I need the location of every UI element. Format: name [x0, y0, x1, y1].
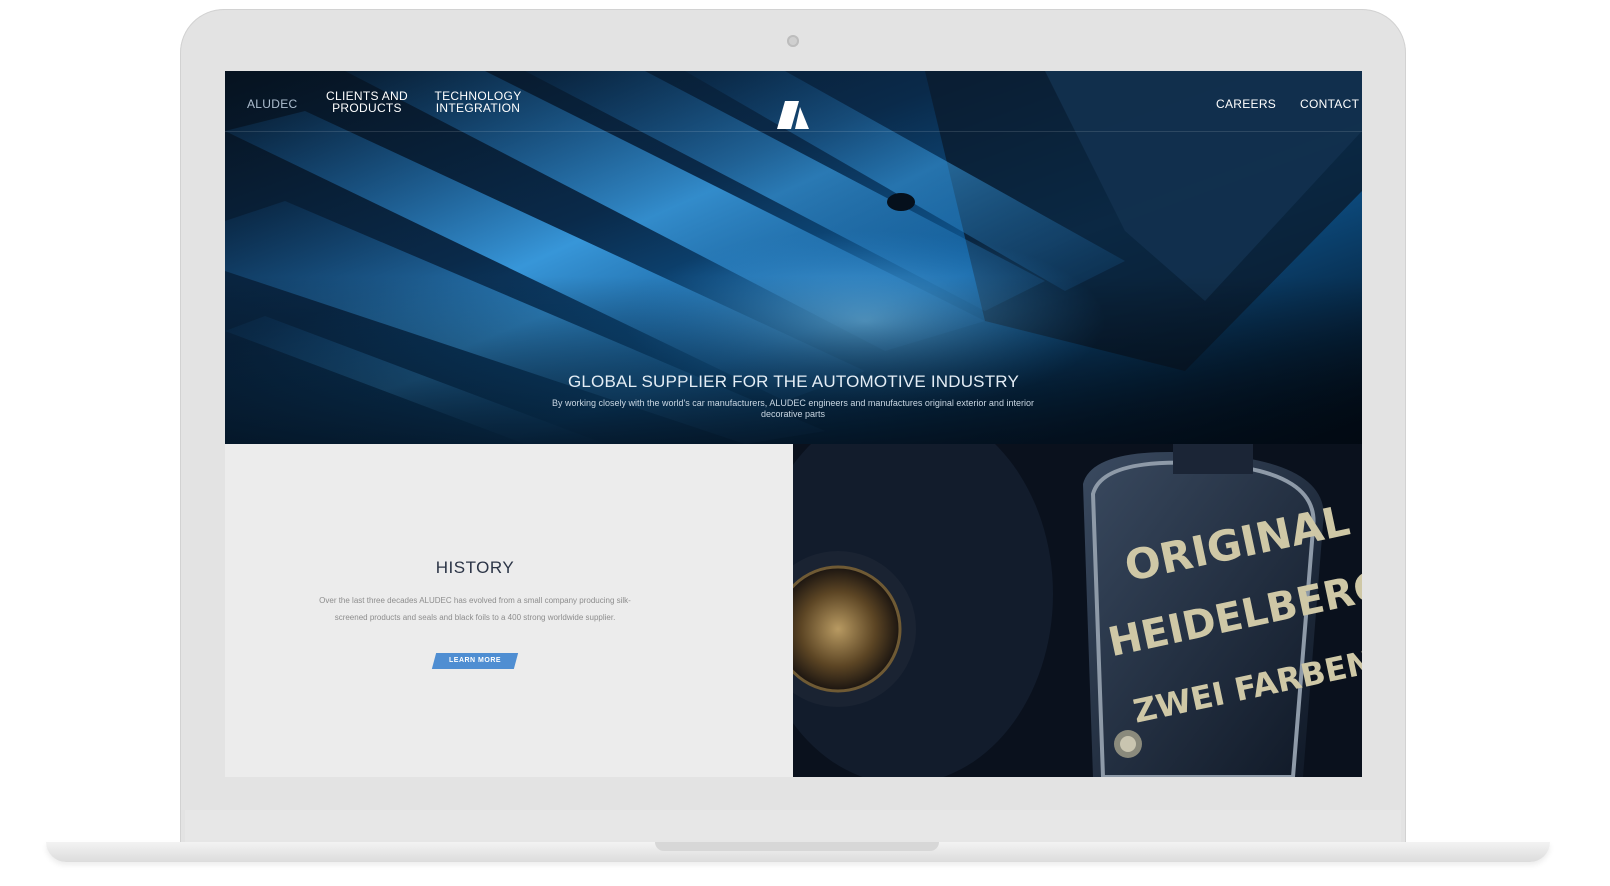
- history-title: HISTORY: [435, 558, 515, 577]
- nav-contact[interactable]: CONTACT: [1300, 98, 1359, 110]
- laptop-notch: [655, 842, 939, 851]
- history-description: Over the last three decades ALUDEC has e…: [319, 596, 631, 622]
- nav-technology-line2: INTEGRATION: [435, 101, 521, 115]
- hero-title: GLOBAL SUPPLIER FOR THE AUTOMOTIVE INDUS…: [567, 372, 1019, 391]
- nav-brand-link[interactable]: ALUDEC: [247, 98, 297, 110]
- history-section: HISTORY Over the last three decades ALUD…: [225, 444, 793, 777]
- laptop-chin: [185, 810, 1401, 846]
- heidelberg-machine-image: ORIGINAL HEIDELBERG ZWEI FARBEN: [793, 444, 1362, 777]
- hero-banner: ALUDEC CLIENTS AND PRODUCTS TECHNOLOGY I…: [225, 71, 1362, 444]
- learn-more-label: LEARN MORE: [448, 657, 502, 664]
- heidelberg-photo: ORIGINAL HEIDELBERG ZWEI FARBEN: [793, 444, 1362, 777]
- learn-more-button[interactable]: LEARN MORE: [431, 653, 519, 669]
- camera-icon: [787, 35, 799, 47]
- hero-subtitle: By working closely with the world's car …: [552, 398, 1034, 419]
- nav-clients-products[interactable]: CLIENTS AND PRODUCTS: [323, 90, 411, 114]
- nav-clients-line2: PRODUCTS: [332, 101, 402, 115]
- nav-careers[interactable]: CAREERS: [1216, 98, 1276, 110]
- aludec-logo-icon[interactable]: [773, 97, 815, 133]
- website-screen: ALUDEC CLIENTS AND PRODUCTS TECHNOLOGY I…: [225, 71, 1362, 777]
- nav-technology-integration[interactable]: TECHNOLOGY INTEGRATION: [432, 90, 524, 114]
- nav-divider: [225, 131, 1362, 132]
